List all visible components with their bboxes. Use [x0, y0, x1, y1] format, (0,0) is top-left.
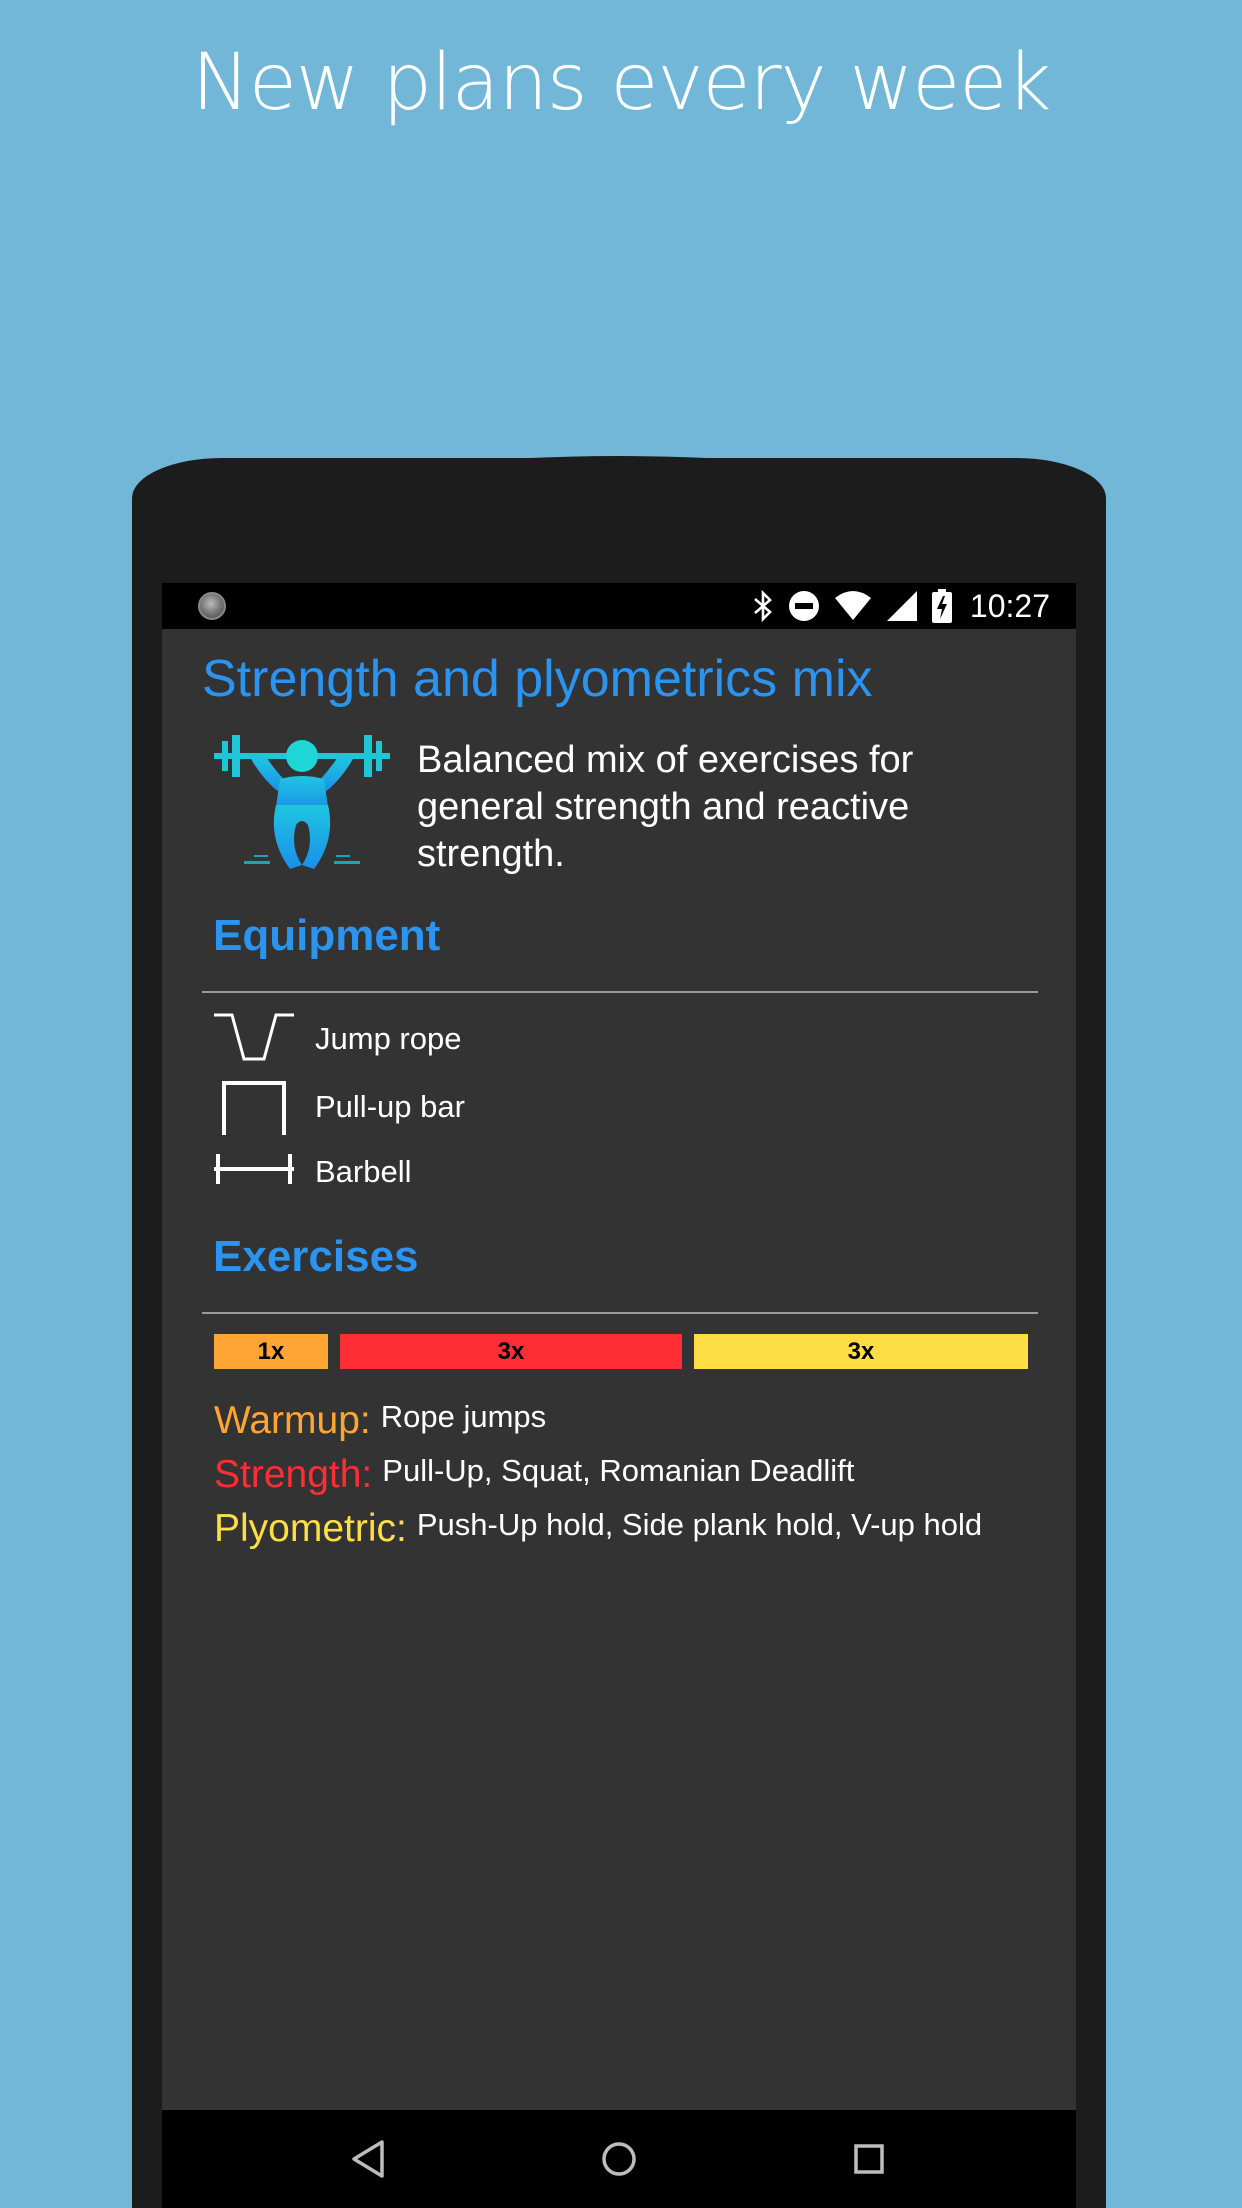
cell-signal-icon	[886, 591, 917, 621]
equipment-label: Jump rope	[315, 1021, 462, 1056]
exercise-group-label: Warmup:	[214, 1399, 371, 1442]
exercise-group-value: Pull-Up, Squat, Romanian Deadlift	[382, 1453, 855, 1488]
app-screenshot: New plans every week 10:27 Strength and …	[0, 0, 1242, 2208]
status-bar: 10:27	[162, 583, 1076, 629]
plyometric-bar: 3x	[694, 1334, 1028, 1369]
status-icons: 10:27	[752, 583, 1050, 629]
do-not-disturb-icon	[788, 591, 819, 621]
exercise-group-value: Rope jumps	[380, 1399, 547, 1434]
plan-title: Strength and plyometrics mix	[202, 650, 873, 708]
phone-screen: 10:27 Strength and plyometrics mix Balan…	[162, 583, 1076, 2208]
equipment-label: Pull-up bar	[315, 1089, 465, 1124]
equipment-label: Barbell	[315, 1154, 412, 1189]
exercise-group-warmup: Warmup: Rope jumps	[214, 1399, 546, 1443]
status-time: 10:27	[969, 587, 1050, 624]
back-icon[interactable]	[344, 2134, 394, 2184]
equipment-divider	[202, 991, 1038, 993]
recents-icon[interactable]	[844, 2134, 894, 2184]
bluetooth-icon	[754, 590, 772, 622]
strength-bar: 3x	[340, 1334, 682, 1369]
exercises-title: Exercises	[213, 1232, 419, 1281]
wifi-icon	[834, 591, 871, 620]
weightlifter-icon	[214, 735, 390, 869]
equipment-item: Barbell	[212, 1144, 812, 1204]
exercise-group-label: Strength:	[214, 1453, 373, 1496]
plan-description: Balanced mix of exercises for general st…	[417, 739, 914, 875]
exercise-group-value: Push-Up hold, Side plank hold, V-up hold	[416, 1507, 983, 1542]
equipment-title: Equipment	[213, 911, 441, 960]
exercise-group-strength: Strength: Pull-Up, Squat, Romanian Deadli…	[214, 1453, 854, 1497]
navigation-bar	[162, 2110, 1076, 2208]
exercises-divider	[202, 1312, 1038, 1314]
exercise-group-label: Plyometric:	[214, 1507, 407, 1550]
headline: New plans every week	[191, 38, 1052, 128]
exercise-bars: 1x 3x 3x	[214, 1334, 1044, 1369]
battery-charging-icon	[931, 589, 952, 623]
exercise-group-plyometric: Plyometric: Push-Up hold, Side plank hold…	[214, 1507, 982, 1551]
pull-up-bar-icon	[222, 1081, 286, 1135]
warmup-bar: 1x	[214, 1334, 328, 1369]
equipment-item: Jump rope	[212, 1009, 812, 1069]
notification-circle-icon	[198, 592, 226, 620]
home-icon[interactable]	[594, 2134, 644, 2184]
jump-rope-icon	[214, 1013, 294, 1061]
equipment-item: Pull-up bar	[212, 1077, 812, 1137]
barbell-icon	[214, 1154, 294, 1184]
